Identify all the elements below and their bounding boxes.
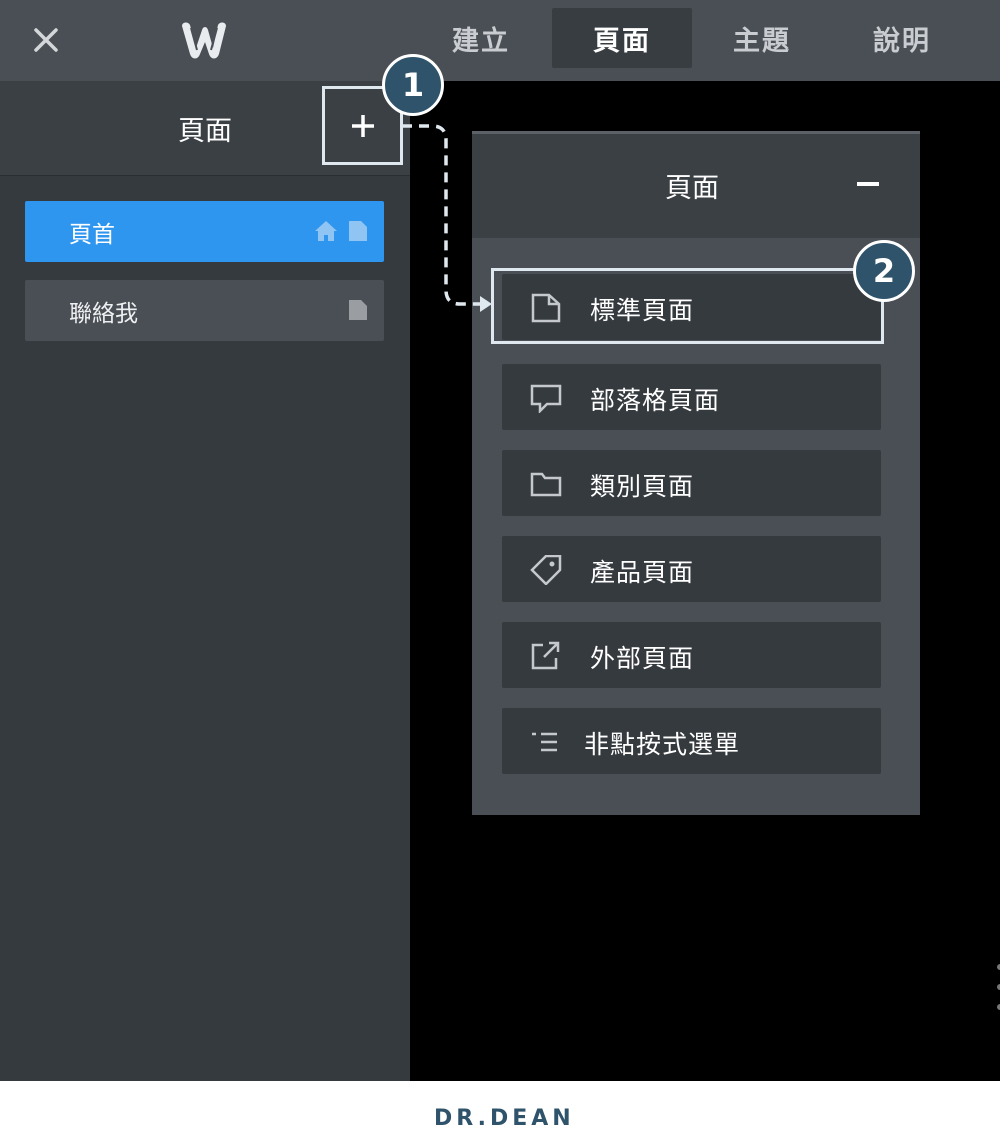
page-item-label: 聯絡我 <box>69 300 138 327</box>
minus-icon[interactable] <box>857 182 879 186</box>
menu-item-label: 部落格頁面 <box>590 386 721 415</box>
menu-item-external-page[interactable]: 外部頁面 <box>502 622 881 688</box>
blog-page-icon <box>530 384 562 413</box>
tab-build[interactable]: 建立 <box>411 8 551 68</box>
page-icon <box>349 300 367 320</box>
sidebar-title: 頁面 <box>178 116 232 147</box>
home-icon <box>315 221 337 241</box>
tab-pages[interactable]: 頁面 <box>552 8 692 68</box>
page-item-contact[interactable]: 聯絡我 <box>25 280 384 341</box>
menu-item-label: 產品頁面 <box>590 558 695 587</box>
brand-logo: DR.DEAN <box>434 1105 575 1131</box>
folder-icon <box>530 472 562 497</box>
footer: DR.DEAN <box>0 1081 1000 1143</box>
weebly-logo-icon[interactable] <box>178 18 230 62</box>
menu-item-standard-page[interactable]: 標準頁面 <box>502 274 881 340</box>
tag-icon <box>530 555 562 585</box>
pages-sidebar: 頁面 頁首 聯絡我 <box>0 81 410 1081</box>
menu-item-label: 外部頁面 <box>590 644 695 673</box>
top-bar: 建立 頁面 主題 說明 <box>0 0 1000 81</box>
close-icon <box>34 28 58 52</box>
external-link-icon <box>531 641 560 670</box>
step-badge-2: 2 <box>853 240 915 302</box>
popup-header: 頁面 <box>472 134 920 238</box>
menu-item-product-page[interactable]: 產品頁面 <box>502 536 881 602</box>
menu-item-label: 類別頁面 <box>590 472 695 501</box>
page-item-label: 頁首 <box>69 221 115 248</box>
page-item-home[interactable]: 頁首 <box>25 201 384 262</box>
menu-item-label: 標準頁面 <box>590 296 695 325</box>
menu-item-category-page[interactable]: 類別頁面 <box>502 450 881 516</box>
menu-item-label: 非點按式選單 <box>584 730 741 759</box>
standard-page-icon <box>531 293 561 323</box>
sidebar-header: 頁面 <box>0 81 410 176</box>
tab-theme[interactable]: 主題 <box>692 8 832 68</box>
scroll-dots <box>997 964 1000 1010</box>
page-icon <box>349 221 367 241</box>
menu-list-icon <box>532 732 557 752</box>
plus-icon <box>351 114 374 137</box>
close-button[interactable] <box>26 20 66 60</box>
connector-arrow <box>402 124 492 312</box>
popup-title: 頁面 <box>665 173 719 204</box>
add-page-popup: 頁面 標準頁面 部落格頁面 類別頁面 產品頁面 外部頁面 非點按式選單 <box>472 131 920 815</box>
tab-help[interactable]: 說明 <box>832 8 972 68</box>
step-badge-1: 1 <box>382 54 444 116</box>
menu-item-blog-page[interactable]: 部落格頁面 <box>502 364 881 430</box>
menu-item-non-clickable-menu[interactable]: 非點按式選單 <box>502 708 881 774</box>
